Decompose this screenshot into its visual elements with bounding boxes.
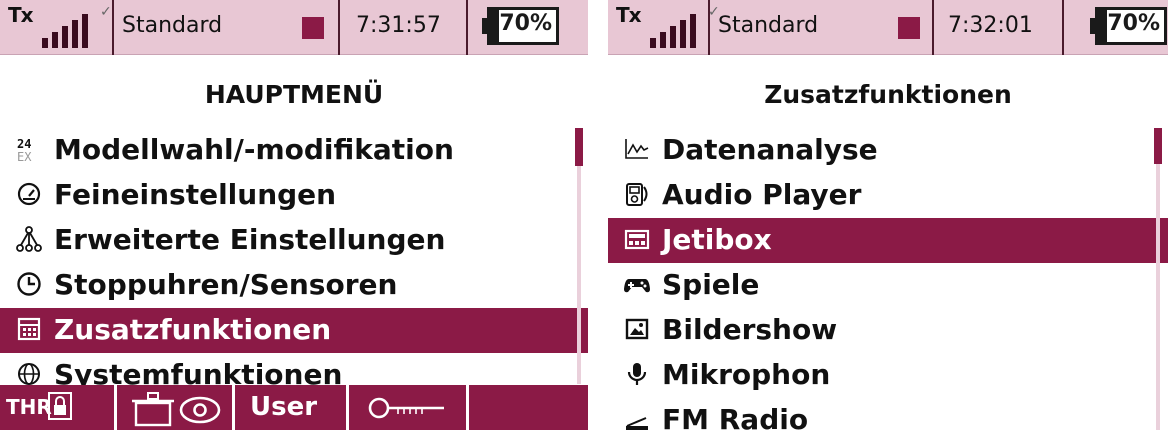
- thr-label: THR: [6, 395, 52, 419]
- battery-percent: 70%: [1107, 11, 1160, 36]
- menu-item-zusatzfunktionen[interactable]: Zusatzfunktionen: [0, 308, 588, 353]
- menu-item-label: Feineinstellungen: [54, 178, 337, 211]
- svg-text:EX: EX: [17, 150, 32, 162]
- menu-item-label: Mikrophon: [662, 358, 831, 391]
- battery-percent: 70%: [499, 11, 552, 36]
- menu-item-mikrophon[interactable]: Mikrophon: [608, 353, 1168, 398]
- menu-item-spiele[interactable]: Spiele: [608, 263, 1168, 308]
- main-menu-list: 24 EX Modellwahl/-modifikation Feineinst…: [0, 128, 588, 398]
- battery-indicator: 70%: [1095, 7, 1167, 45]
- tx-label: Tx: [616, 3, 642, 27]
- throttle-lock-icon[interactable]: [48, 392, 72, 420]
- gauge-icon: [17, 182, 41, 206]
- timer-eye-icon[interactable]: [130, 389, 224, 427]
- menu-item-stoppuhren[interactable]: Stoppuhren/Sensoren: [0, 263, 588, 308]
- main-menu-screen: Tx ✓ Standard 7:31:57 70% HAUPTMENÜ 24 E…: [0, 0, 588, 430]
- menu-item-label: Stoppuhren/Sensoren: [54, 268, 398, 301]
- radio-icon: [626, 417, 648, 430]
- svg-text:24: 24: [17, 137, 31, 151]
- menu-item-label: Modellwahl/-modifikation: [54, 133, 454, 166]
- user-button[interactable]: User: [250, 392, 317, 422]
- menu-item-datenanalyse[interactable]: Datenanalyse: [608, 128, 1168, 173]
- menu-item-label: Erweiterte Einstellungen: [54, 223, 446, 256]
- menu-item-label: Jetibox: [662, 223, 772, 256]
- signal-strength-icon: [32, 12, 106, 48]
- calculator-icon: [17, 317, 41, 341]
- network-tree-icon: [16, 226, 42, 252]
- tx-label: Tx: [8, 3, 34, 27]
- menu-item-label: Zusatzfunktionen: [54, 313, 332, 346]
- model-24ex-icon: 24 EX: [17, 137, 32, 162]
- menu-item-erweiterte[interactable]: Erweiterte Einstellungen: [0, 218, 588, 263]
- clock-time: 7:32:01: [948, 13, 1033, 38]
- menu-item-audio-player[interactable]: Audio Player: [608, 173, 1168, 218]
- menu-item-feineinstellungen[interactable]: Feineinstellungen: [0, 173, 588, 218]
- record-indicator-icon: [898, 17, 920, 39]
- menu-item-jetibox[interactable]: Jetibox: [608, 218, 1168, 263]
- additional-functions-screen: Tx ✓ Standard 7:32:01 70% Zusatzfunktion…: [608, 0, 1168, 430]
- menu-item-label: FM Radio: [662, 403, 809, 430]
- picture-icon: [625, 318, 649, 340]
- microphone-icon: [627, 363, 647, 385]
- check-icon: ✓: [100, 4, 112, 20]
- status-bar: Tx ✓ Standard 7:32:01 70%: [608, 0, 1168, 55]
- functions-menu-list: Datenanalyse Audio Player Jetibox Spiele…: [608, 128, 1168, 430]
- chart-icon: [625, 139, 649, 159]
- menu-item-label: Bildershow: [662, 313, 838, 346]
- status-bar: Tx ✓ Standard 7:31:57 70%: [0, 0, 588, 55]
- battery-indicator: 70%: [487, 7, 559, 45]
- flight-mode: Standard: [718, 13, 819, 38]
- menu-item-label: Audio Player: [662, 178, 862, 211]
- function-key-bar: THR User: [0, 385, 588, 430]
- scrollbar-thumb[interactable]: [575, 128, 583, 166]
- jetibox-icon: [624, 229, 650, 250]
- globe-icon: [18, 363, 40, 385]
- signal-strength-icon: [640, 12, 714, 48]
- gamepad-icon: [624, 279, 650, 293]
- scrollbar-track[interactable]: [577, 128, 581, 384]
- menu-item-bildershow[interactable]: Bildershow: [608, 308, 1168, 353]
- scrollbar-thumb[interactable]: [1154, 128, 1162, 164]
- flight-mode: Standard: [122, 13, 223, 38]
- screen-title: Zusatzfunktionen: [764, 80, 1012, 109]
- menu-item-label: Spiele: [662, 268, 760, 301]
- menu-item-label: Datenanalyse: [662, 133, 878, 166]
- record-indicator-icon: [302, 17, 324, 39]
- menu-item-fm-radio[interactable]: FM Radio: [608, 398, 1168, 430]
- key-icon[interactable]: [368, 395, 448, 421]
- scrollbar-track[interactable]: [1156, 128, 1160, 430]
- screen-title: HAUPTMENÜ: [204, 80, 384, 109]
- audio-player-icon: [626, 183, 648, 206]
- clock-icon: [17, 272, 41, 296]
- menu-item-modellwahl[interactable]: 24 EX Modellwahl/-modifikation: [0, 128, 588, 173]
- clock-time: 7:31:57: [356, 13, 441, 38]
